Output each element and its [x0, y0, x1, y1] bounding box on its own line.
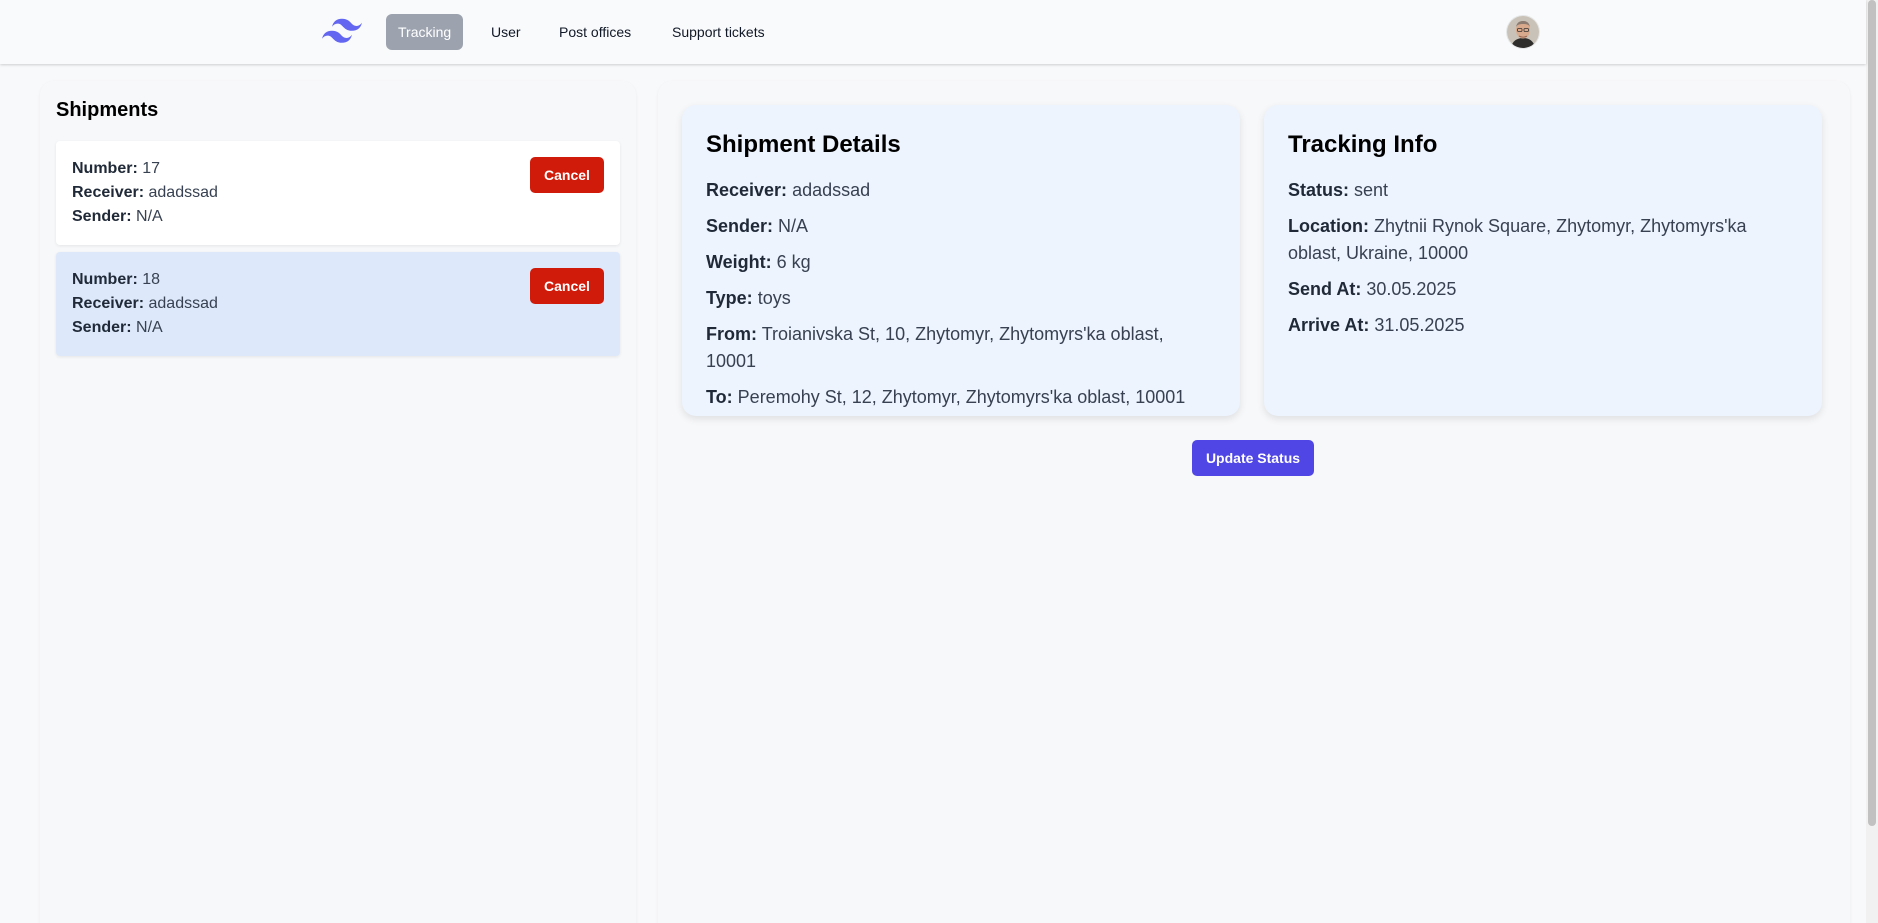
shipment-number: 17 — [142, 160, 161, 177]
detail-from-label: From: — [706, 324, 757, 344]
detail-receiver-value: adadssad — [792, 180, 871, 200]
tailwind-logo-icon[interactable] — [322, 18, 362, 44]
detail-weight-label: Weight: — [706, 252, 772, 272]
shipment-number-row: Number: 17 — [72, 157, 604, 181]
tracking-send-at: Send At: 30.05.2025 — [1288, 276, 1798, 303]
shipment-details-title: Shipment Details — [706, 131, 901, 158]
shipment-receiver: adadssad — [148, 184, 218, 201]
update-status-button[interactable]: Update Status — [1192, 440, 1314, 476]
shipment-sender: N/A — [136, 319, 163, 336]
detail-type: Type: toys — [706, 285, 1216, 312]
number-label: Number: — [72, 160, 138, 177]
shipment-sender-row: Sender: N/A — [72, 316, 604, 340]
tracking-status: Status: sent — [1288, 177, 1798, 204]
tracking-status-label: Status: — [1288, 180, 1350, 200]
shipment-receiver: adadssad — [148, 295, 218, 312]
cancel-button[interactable]: Cancel — [530, 157, 604, 193]
tracking-location-label: Location: — [1288, 216, 1369, 236]
nav-support-tickets[interactable]: Support tickets — [660, 14, 777, 50]
detail-to: To: Peremohy St, 12, Zhytomyr, Zhytomyrs… — [706, 384, 1216, 411]
sender-label: Sender: — [72, 319, 132, 336]
nav-post-offices[interactable]: Post offices — [547, 14, 643, 50]
shipment-receiver-row: Receiver: adadssad — [72, 292, 604, 316]
detail-weight-value: 6 kg — [776, 252, 811, 272]
detail-sender-value: N/A — [778, 216, 809, 236]
shipment-number-row: Number: 18 — [72, 268, 604, 292]
scrollbar-thumb[interactable] — [1868, 0, 1876, 826]
tracking-arrive-at-label: Arrive At: — [1288, 315, 1370, 335]
detail-type-value: toys — [757, 288, 791, 308]
tracking-send-at-value: 30.05.2025 — [1366, 279, 1457, 299]
sender-label: Sender: — [72, 208, 132, 225]
detail-sender-label: Sender: — [706, 216, 774, 236]
tracking-arrive-at: Arrive At: 31.05.2025 — [1288, 312, 1798, 339]
shipment-number: 18 — [142, 271, 161, 288]
tracking-status-value: sent — [1354, 180, 1389, 200]
detail-from: From: Troianivska St, 10, Zhytomyr, Zhyt… — [706, 321, 1216, 375]
page: Tracking User Post offices Support ticke… — [0, 0, 1878, 923]
top-navbar: Tracking User Post offices Support ticke… — [0, 0, 1866, 64]
shipment-card-17[interactable]: Number: 17 Receiver: adadssad Sender: N/… — [56, 141, 620, 245]
detail-weight: Weight: 6 kg — [706, 249, 1216, 276]
shipment-card-18[interactable]: Number: 18 Receiver: adadssad Sender: N/… — [56, 252, 620, 356]
receiver-label: Receiver: — [72, 184, 145, 201]
shipment-sender: N/A — [136, 208, 163, 225]
detail-to-label: To: — [706, 387, 733, 407]
cancel-button[interactable]: Cancel — [530, 268, 604, 304]
detail-type-label: Type: — [706, 288, 753, 308]
detail-to-value: Peremohy St, 12, Zhytomyr, Zhytomyrs'ka … — [737, 387, 1186, 407]
shipments-panel: Shipments Number: 17 Receiver: adadssad … — [40, 81, 636, 923]
nav-user[interactable]: User — [479, 14, 533, 50]
receiver-label: Receiver: — [72, 295, 145, 312]
tracking-arrive-at-value: 31.05.2025 — [1374, 315, 1465, 335]
detail-receiver: Receiver: adadssad — [706, 177, 1216, 204]
nav-tracking[interactable]: Tracking — [386, 14, 464, 50]
shipments-title: Shipments — [56, 99, 159, 121]
shipment-sender-row: Sender: N/A — [72, 205, 604, 229]
avatar-image-icon — [1507, 16, 1539, 48]
tracking-info-card: Tracking Info Status: sent Location: Zhy… — [1264, 105, 1822, 416]
shipment-details-card: Shipment Details Receiver: adadssad Send… — [682, 105, 1240, 416]
tracking-info-title: Tracking Info — [1288, 131, 1438, 158]
detail-receiver-label: Receiver: — [706, 180, 788, 200]
shipment-receiver-row: Receiver: adadssad — [72, 181, 604, 205]
user-avatar[interactable] — [1507, 16, 1539, 48]
number-label: Number: — [72, 271, 138, 288]
detail-from-value: Troianivska St, 10, Zhytomyr, Zhytomyrs'… — [706, 324, 1164, 371]
shipment-detail-panel: Shipment Details Receiver: adadssad Send… — [658, 81, 1850, 923]
tracking-send-at-label: Send At: — [1288, 279, 1362, 299]
tracking-location: Location: Zhytnii Rynok Square, Zhytomyr… — [1288, 213, 1798, 267]
detail-sender: Sender: N/A — [706, 213, 1216, 240]
